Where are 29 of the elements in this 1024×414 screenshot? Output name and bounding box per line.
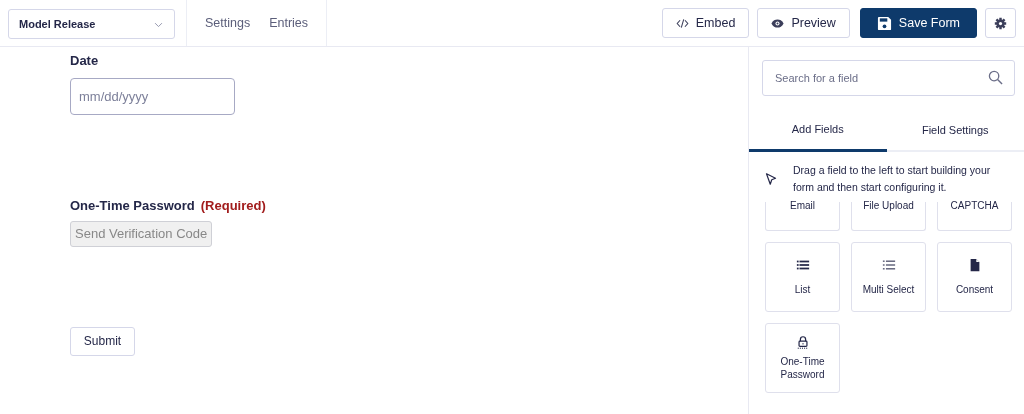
- field-label: Date: [70, 52, 100, 70]
- field-tile[interactable]: CAPTCHA: [937, 201, 1012, 231]
- submit-button[interactable]: Submit: [70, 326, 135, 356]
- settings-button[interactable]: [985, 8, 1016, 38]
- search-icon: [988, 70, 1003, 85]
- required-label: (Required): [200, 197, 266, 213]
- embed-button[interactable]: Embed: [661, 8, 750, 38]
- field-tile[interactable]: File Upload: [851, 201, 926, 231]
- sidebar-tab[interactable]: Add Fields: [749, 109, 887, 152]
- preview-button[interactable]: Preview: [757, 8, 850, 38]
- date-input-field[interactable]: mm/dd/yyyy: [70, 77, 235, 115]
- eye-icon: [771, 16, 785, 30]
- field-tile[interactable]: Email: [765, 201, 840, 231]
- field-tile[interactable]: List: [765, 241, 840, 312]
- field-tile[interactable]: Multi Select: [851, 241, 926, 312]
- hint-text: Drag a field to the left to start building your form and then start configuring it.: [793, 162, 992, 195]
- form-select-dropdown[interactable]: Model Release: [8, 9, 175, 39]
- nav-link[interactable]: Settings: [205, 13, 251, 33]
- field-tile[interactable]: Consent: [937, 241, 1012, 312]
- nav-link[interactable]: Entries: [269, 13, 309, 33]
- sidebar-tab[interactable]: Field Settings: [886, 109, 1024, 152]
- settings-icon: [994, 16, 1007, 30]
- save-button[interactable]: Save Form: [859, 8, 977, 38]
- code-icon: [675, 16, 689, 30]
- field-label: One-Time Password: [70, 197, 195, 213]
- field-tile[interactable]: One-Time Password: [765, 322, 840, 393]
- lock-icon: [795, 334, 810, 349]
- cursor-arrow-icon: [765, 172, 777, 185]
- search-field[interactable]: Search for a field: [762, 60, 1015, 96]
